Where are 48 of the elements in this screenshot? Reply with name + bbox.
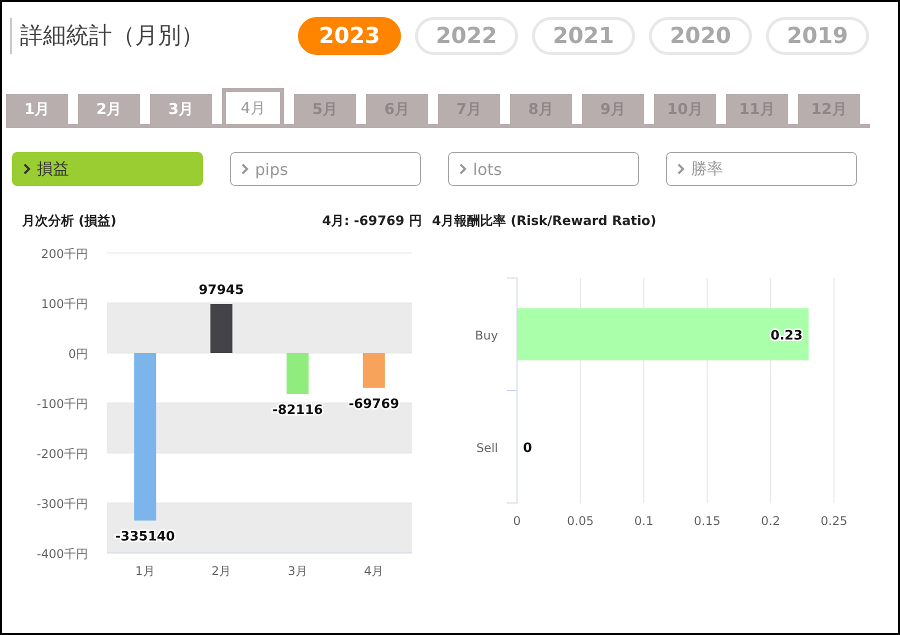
chevron-icon (23, 163, 31, 175)
year-tab[interactable]: 2023 (298, 17, 401, 55)
x-axis-label: 2月 (212, 564, 232, 578)
chevron-icon (677, 163, 685, 175)
metric-button[interactable]: pips (230, 152, 421, 186)
metric-button[interactable]: 勝率 (666, 152, 857, 186)
month-tab[interactable]: 1月 (6, 94, 68, 124)
y-axis-label: -100千円 (36, 397, 88, 411)
y-axis-label: -400千円 (36, 547, 88, 561)
x-axis-label: 0.25 (820, 514, 848, 528)
year-tab[interactable]: 2020 (649, 17, 752, 55)
x-axis-label: 0.15 (694, 514, 721, 528)
data-label: 97945 (198, 283, 244, 298)
data-label: 0 (523, 440, 532, 456)
chart-title: 4月報酬比率 (Risk/Reward Ratio) (432, 212, 656, 230)
x-axis-label: 0 (513, 514, 521, 528)
month-tab[interactable]: 4月 (222, 88, 284, 124)
y-axis-label: 0円 (68, 347, 88, 361)
data-label: -335140 (115, 530, 175, 545)
month-tab[interactable]: 2月 (78, 94, 140, 124)
x-axis-label: 0.2 (761, 514, 780, 528)
metric-button[interactable]: 損益 (12, 152, 203, 186)
y-axis-label: Sell (476, 440, 498, 455)
bar (362, 353, 385, 388)
data-label: -69769 (348, 396, 400, 412)
data-label: 0.23 (770, 328, 803, 344)
bar (286, 353, 309, 394)
y-axis-label: -200千円 (36, 447, 88, 461)
year-tab[interactable]: 2019 (766, 17, 869, 55)
x-axis-label: 3月 (288, 564, 308, 578)
y-axis-label: Buy (475, 328, 498, 342)
y-axis-label: -300千円 (36, 497, 88, 511)
data-label: -82116 (272, 403, 323, 418)
y-axis-label: 100千円 (41, 297, 88, 311)
x-axis-label: 0.05 (567, 514, 594, 528)
month-total: 4月: -69769 円 (322, 213, 422, 230)
x-axis-label: 4月 (364, 564, 384, 578)
year-tab[interactable]: 2022 (415, 17, 518, 55)
chart-title: 月次分析 (損益) (22, 213, 116, 230)
metric-button[interactable]: lots (448, 152, 639, 186)
chevron-icon (459, 163, 467, 175)
y-axis-label: 200千円 (41, 247, 88, 261)
year-tab[interactable]: 2021 (532, 17, 635, 55)
month-tab[interactable]: 3月 (150, 94, 212, 124)
x-axis-label: 0.1 (634, 514, 654, 528)
chevron-icon (241, 163, 249, 175)
x-axis-label: 1月 (135, 564, 155, 578)
bar (210, 304, 232, 353)
